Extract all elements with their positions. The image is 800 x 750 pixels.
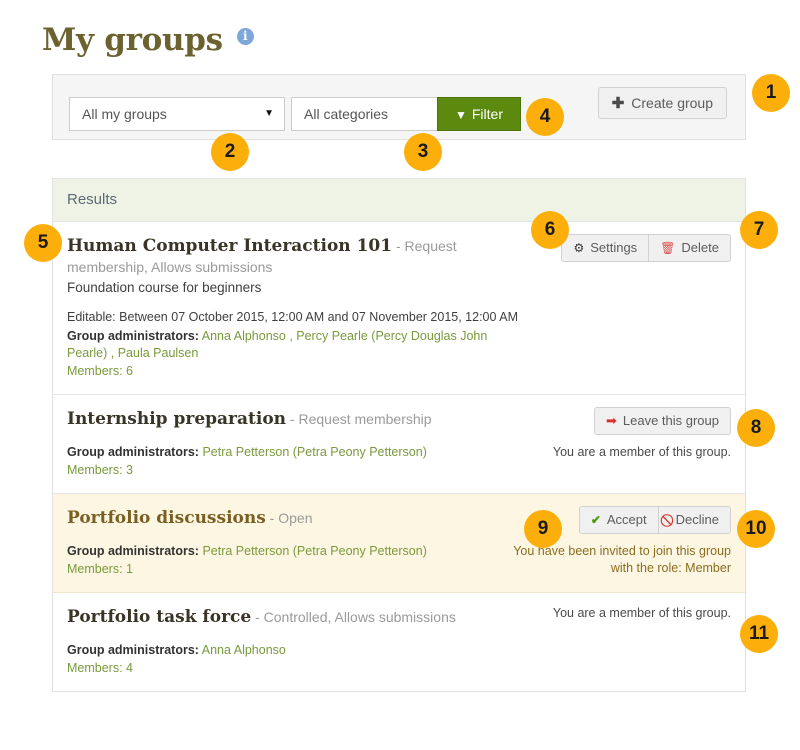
- group-members-count: Members: 6: [67, 363, 529, 380]
- group-meta: - Request membership: [286, 411, 432, 427]
- group-administrators: Group administrators: Anna Alphonso , Pe…: [67, 328, 529, 362]
- membership-status-text: You are a member of this group.: [501, 605, 731, 622]
- group-administrators: Group administrators: Petra Petterson (P…: [67, 444, 529, 461]
- action-button-group: ✔ Accept⃠Decline: [579, 506, 731, 534]
- filter-icon: ▼: [455, 108, 467, 122]
- group-row-main: Portfolio task force - Controlled, Allow…: [67, 605, 529, 677]
- group-row: Internship preparation - Request members…: [53, 395, 745, 494]
- group-description: Foundation course for beginners: [67, 278, 529, 297]
- group-row-main: Human Computer Interaction 101 - Request…: [67, 234, 529, 380]
- category-filter-value: All categories: [304, 106, 388, 122]
- group-administrators-value[interactable]: Petra Petterson (Petra Peony Petterson): [199, 445, 427, 459]
- group-editable-window: Editable: Between 07 October 2015, 12:00…: [67, 309, 529, 326]
- group-title-line: Human Computer Interaction 101 - Request…: [67, 234, 529, 275]
- group-administrators: Group administrators: Anna Alphonso: [67, 642, 529, 659]
- callout-badge-6: 6: [531, 211, 569, 249]
- filter-button-label: Filter: [472, 106, 503, 122]
- action-button-label: Decline: [676, 512, 719, 527]
- create-group-label: Create group: [631, 95, 713, 111]
- callout-badge-4: 4: [526, 98, 564, 136]
- group-row-main: Internship preparation - Request members…: [67, 407, 529, 479]
- trash-icon: 🗑: [660, 235, 675, 261]
- settings-button[interactable]: ⚙ Settings: [561, 234, 649, 262]
- membership-status-text: You are a member of this group.: [501, 444, 731, 461]
- group-administrators-value[interactable]: Anna Alphonso: [199, 643, 286, 657]
- action-button-label: Settings: [590, 240, 637, 255]
- group-row-main: Portfolio discussions - Open Group admini…: [67, 506, 529, 578]
- group-filter-value: All my groups: [82, 106, 167, 122]
- filter-toolbar: All my groups ▼ All categories ▼ ▼ Filter…: [52, 74, 746, 140]
- callout-badge-9: 9: [524, 510, 562, 548]
- chevron-down-icon: ▼: [264, 98, 274, 130]
- action-button-label: Delete: [681, 240, 719, 255]
- callout-badge-8: 8: [737, 409, 775, 447]
- group-title-line: Portfolio task force - Controlled, Allow…: [67, 605, 529, 630]
- delete-button[interactable]: 🗑 Delete: [649, 234, 731, 262]
- gear-icon: ⚙: [573, 235, 584, 261]
- group-row-actions: You are a member of this group.: [501, 605, 731, 622]
- group-name-link[interactable]: Human Computer Interaction 101: [67, 236, 392, 256]
- callout-badge-7: 7: [740, 211, 778, 249]
- group-name-link[interactable]: Internship preparation: [67, 409, 286, 429]
- plus-icon: ✚: [612, 95, 625, 112]
- membership-status-text: You have been invited to join this group…: [501, 543, 731, 577]
- filter-button[interactable]: ▼ Filter: [437, 97, 521, 131]
- group-members-count: Members: 1: [67, 561, 529, 578]
- leave-this-group-button[interactable]: ➡ Leave this group: [594, 407, 731, 435]
- group-name-link[interactable]: Portfolio discussions: [67, 508, 266, 528]
- group-row-actions: ➡ Leave this group You are a member of thi…: [501, 407, 731, 461]
- group-members-count: Members: 4: [67, 660, 529, 677]
- group-administrators-label: Group administrators:: [67, 643, 199, 657]
- group-filter-select[interactable]: All my groups ▼: [69, 97, 285, 131]
- group-name-link[interactable]: Portfolio task force: [67, 607, 251, 627]
- create-group-button[interactable]: ✚ Create group: [598, 87, 727, 119]
- callout-badge-3: 3: [404, 133, 442, 171]
- group-title-line: Portfolio discussions - Open: [67, 506, 529, 531]
- callout-badge-1: 1: [752, 74, 790, 112]
- check-icon: ✔: [591, 507, 601, 533]
- callout-badge-2: 2: [211, 133, 249, 171]
- arrow-right-icon: ➡: [606, 408, 617, 434]
- group-meta: - Controlled, Allows submissions: [251, 609, 456, 625]
- group-row: Portfolio task force - Controlled, Allow…: [53, 593, 745, 691]
- group-row: Human Computer Interaction 101 - Request…: [53, 222, 745, 395]
- group-meta: - Open: [266, 510, 313, 526]
- results-header: Results: [53, 179, 745, 222]
- group-row: Portfolio discussions - Open Group admini…: [53, 494, 745, 593]
- info-icon[interactable]: i: [237, 28, 254, 45]
- group-administrators-value[interactable]: Petra Petterson (Petra Peony Petterson): [199, 544, 427, 558]
- callout-badge-11: 11: [740, 615, 778, 653]
- action-button-group: ➡ Leave this group: [594, 407, 731, 435]
- action-button-group: ⚙ Settings 🗑 Delete: [561, 234, 731, 262]
- callout-badge-5: 5: [24, 224, 62, 262]
- decline-button[interactable]: ⃠Decline: [659, 506, 731, 534]
- group-members-count: Members: 3: [67, 462, 529, 479]
- accept-button[interactable]: ✔ Accept: [579, 506, 659, 534]
- group-administrators-label: Group administrators:: [67, 329, 199, 343]
- group-administrators-label: Group administrators:: [67, 445, 199, 459]
- group-administrators: Group administrators: Petra Petterson (P…: [67, 543, 529, 560]
- page-title: My groups: [42, 22, 223, 58]
- action-button-label: Accept: [607, 512, 647, 527]
- page-header: My groups i: [42, 22, 254, 58]
- results-panel: Results Human Computer Interaction 101 -…: [52, 178, 746, 692]
- group-administrators-label: Group administrators:: [67, 544, 199, 558]
- action-button-label: Leave this group: [623, 413, 719, 428]
- group-list: Human Computer Interaction 101 - Request…: [53, 222, 745, 691]
- callout-badge-10: 10: [737, 510, 775, 548]
- group-title-line: Internship preparation - Request members…: [67, 407, 529, 432]
